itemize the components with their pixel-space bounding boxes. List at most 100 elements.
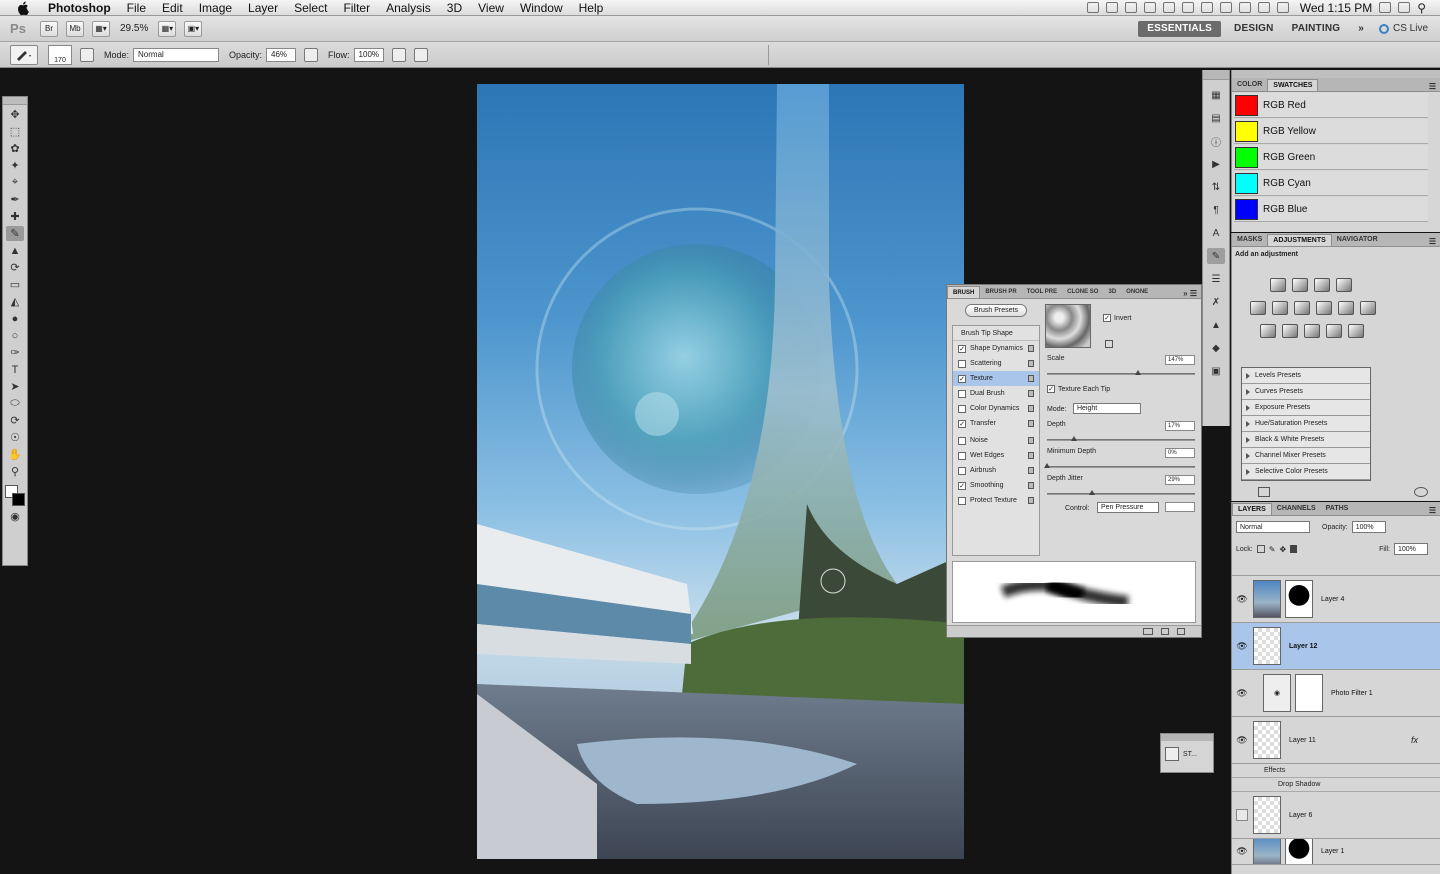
toggle-bristle-preview-icon[interactable] — [1143, 628, 1153, 635]
preset-channel-mixer[interactable]: Channel Mixer Presets — [1242, 448, 1370, 464]
sync-icon[interactable] — [1124, 2, 1137, 13]
blend-mode-select[interactable]: Normal — [1236, 521, 1310, 533]
mini-bridge-button[interactable]: Mb — [66, 20, 84, 37]
black-white-icon[interactable] — [1316, 301, 1332, 315]
scale-input[interactable]: 147% — [1165, 355, 1195, 365]
depth-input[interactable]: 17% — [1165, 421, 1195, 431]
checkbox[interactable]: ✓ — [958, 374, 966, 383]
view-extras-button[interactable]: ▦▾ — [92, 20, 110, 37]
create-new-brush-icon[interactable] — [1161, 628, 1169, 635]
clock[interactable]: Wed 1:15 PM — [1300, 1, 1372, 15]
brush-option-airbrush[interactable]: Airbrush — [953, 463, 1039, 478]
brightness-contrast-icon[interactable] — [1270, 278, 1286, 292]
tab-adjustments[interactable]: ADJUSTMENTS — [1267, 234, 1332, 246]
layer-row[interactable]: 👁 Layer 12 — [1232, 623, 1440, 670]
preset-selective-color[interactable]: Selective Color Presets — [1242, 464, 1370, 480]
lock-icon[interactable] — [1028, 467, 1034, 474]
menu-filter[interactable]: Filter — [335, 1, 378, 15]
brush-option-dual-brush[interactable]: Dual Brush — [953, 386, 1039, 401]
slider-knob[interactable] — [1044, 463, 1050, 468]
hue-saturation-icon[interactable] — [1272, 301, 1288, 315]
exposure-icon[interactable] — [1336, 278, 1352, 292]
texture-mode-select[interactable]: Height — [1073, 403, 1141, 414]
swatch-row[interactable]: RGB Blue — [1234, 197, 1428, 222]
menu-layer[interactable]: Layer — [240, 1, 286, 15]
battery-icon[interactable] — [1379, 2, 1392, 13]
tool-presets-panel-icon[interactable]: ✗ — [1207, 294, 1225, 310]
checkbox[interactable]: ✓ — [958, 481, 966, 490]
posterize-icon[interactable] — [1282, 324, 1298, 338]
fill-input[interactable]: 100% — [1394, 543, 1428, 555]
slider-knob[interactable] — [1135, 370, 1141, 375]
type-tool-icon[interactable]: T — [6, 362, 24, 377]
screen-mode-button[interactable]: ▣▾ — [184, 20, 203, 37]
shield-icon[interactable] — [1398, 2, 1411, 13]
character-panel-icon[interactable]: A — [1207, 225, 1225, 241]
tab-channels[interactable]: CHANNELS — [1272, 503, 1321, 515]
layer-row[interactable]: 👁 Layer 11 fx — [1232, 717, 1440, 764]
brush-panel-icon[interactable]: ✎ — [1207, 248, 1225, 264]
brush-option-scattering[interactable]: Scattering — [953, 356, 1039, 371]
swatch-row[interactable]: RGB Green — [1234, 145, 1428, 170]
tab-masks[interactable]: MASKS — [1232, 234, 1267, 246]
clone-stamp-tool-icon[interactable]: ▲ — [6, 243, 24, 258]
threshold-icon[interactable] — [1304, 324, 1320, 338]
lock-icon[interactable] — [1028, 375, 1034, 382]
visibility-checkbox[interactable] — [1236, 809, 1248, 821]
lock-position-icon[interactable]: ✥ — [1279, 545, 1286, 554]
clone-source-panel-icon[interactable]: ▲ — [1207, 317, 1225, 333]
menu-3d[interactable]: 3D — [439, 1, 470, 15]
eraser-tool-icon[interactable]: ▭ — [6, 277, 24, 292]
layer-row[interactable]: 👁 Layer 4 — [1232, 576, 1440, 623]
layer-row[interactable]: 👁 ◉ Photo Filter 1 — [1232, 670, 1440, 717]
preset-black-white[interactable]: Black & White Presets — [1242, 432, 1370, 448]
apple-icon[interactable] — [14, 1, 32, 15]
scale-slider[interactable] — [1047, 370, 1195, 375]
swatch-row[interactable]: RGB Cyan — [1234, 171, 1428, 196]
panel-menu-icon[interactable]: ☰ — [1429, 506, 1440, 515]
tablet-pressure-opacity-icon[interactable] — [304, 47, 319, 62]
curves-icon[interactable] — [1314, 278, 1330, 292]
lock-icon[interactable] — [1028, 345, 1034, 352]
clip-to-layer-icon[interactable] — [1258, 487, 1270, 497]
brush-option-texture[interactable]: ✓ Texture — [953, 371, 1039, 386]
spotlight-search-icon[interactable]: ⚲ — [1417, 1, 1426, 15]
menu-analysis[interactable]: Analysis — [378, 1, 439, 15]
gradient-map-icon[interactable] — [1326, 324, 1342, 338]
control-value-field[interactable] — [1165, 502, 1195, 512]
invert-checkbox[interactable]: ✓ — [1103, 314, 1111, 322]
channel-mixer-icon[interactable] — [1360, 301, 1376, 315]
checkbox[interactable] — [958, 496, 966, 505]
menu-file[interactable]: File — [119, 1, 154, 15]
eye-icon[interactable]: 👁 — [1235, 845, 1249, 859]
layer-mask-thumbnail[interactable] — [1285, 580, 1313, 618]
tab-brush[interactable]: BRUSH — [947, 286, 981, 298]
texture-each-tip-checkbox[interactable]: ✓ — [1047, 385, 1055, 393]
marquee-tool-icon[interactable]: ⬚ — [6, 124, 24, 139]
arrange-documents-button[interactable]: ▦▾ — [158, 20, 177, 37]
lock-icon[interactable] — [1028, 437, 1034, 444]
preset-curves[interactable]: Curves Presets — [1242, 384, 1370, 400]
lock-icon[interactable] — [1028, 405, 1034, 412]
invert-option[interactable]: ✓ Invert — [1103, 314, 1132, 322]
menu-image[interactable]: Image — [191, 1, 240, 15]
healing-brush-tool-icon[interactable]: ✚ — [6, 209, 24, 224]
dodge-tool-icon[interactable]: ○ — [6, 328, 24, 343]
brush-tool-icon[interactable]: ✎ — [6, 226, 24, 241]
eyedropper-tool-icon[interactable]: ✒ — [6, 192, 24, 207]
lock-all-icon[interactable] — [1290, 545, 1298, 553]
tab-onone[interactable]: ONONE — [1121, 286, 1153, 298]
styles-label[interactable]: ST... — [1183, 751, 1197, 758]
layer-row[interactable]: 👁 Layer 1 — [1232, 839, 1440, 865]
new-preset-icon[interactable] — [1105, 340, 1113, 348]
background-color-swatch[interactable] — [12, 493, 25, 506]
eye-icon[interactable]: 👁 — [1235, 733, 1249, 747]
lock-image-icon[interactable]: ✎ — [1269, 545, 1276, 554]
slider-knob[interactable] — [1071, 436, 1077, 441]
menu-help[interactable]: Help — [571, 1, 612, 15]
eye-icon[interactable]: 👁 — [1235, 592, 1249, 606]
app-icon[interactable] — [1162, 2, 1175, 13]
history-panel-icon[interactable]: ▤ — [1207, 110, 1225, 126]
checkbox[interactable] — [958, 436, 966, 445]
visibility-toggle-icon[interactable] — [1414, 487, 1428, 497]
